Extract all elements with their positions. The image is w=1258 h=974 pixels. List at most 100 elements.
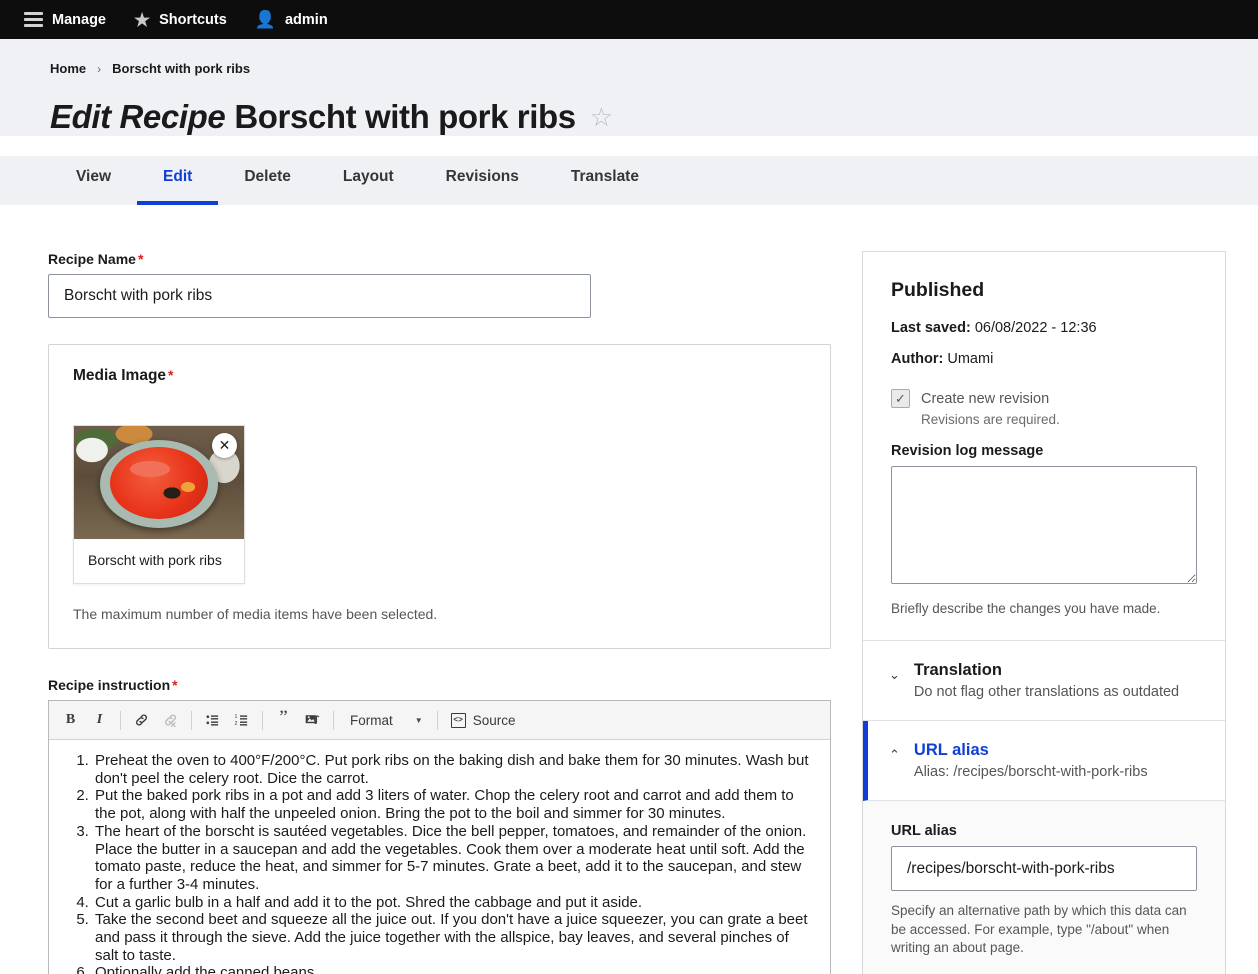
last-saved-row: Last saved: 06/08/2022 - 12:36 <box>891 320 1197 336</box>
create-revision-label[interactable]: Create new revision <box>921 391 1049 407</box>
rich-text-editor: B I <box>48 700 831 974</box>
media-max-items-note: The maximum number of media items have b… <box>73 606 806 622</box>
page-title-prefix: Edit Recipe <box>50 98 225 135</box>
create-revision-description: Revisions are required. <box>921 412 1197 427</box>
breadcrumb-current[interactable]: Borscht with pork ribs <box>112 61 250 76</box>
source-button[interactable]: <> Source <box>445 707 522 734</box>
star-icon: ★ <box>134 11 150 29</box>
url-alias-label: URL alias <box>891 823 1197 839</box>
breadcrumb-home[interactable]: Home <box>50 61 86 76</box>
tab-edit[interactable]: Edit <box>137 156 218 205</box>
toolbar-separator <box>437 711 438 730</box>
author-label: Author: <box>891 351 943 367</box>
revision-log-textarea[interactable] <box>891 466 1197 584</box>
tab-delete[interactable]: Delete <box>218 156 317 205</box>
chevron-down-icon: ▼ <box>415 716 423 725</box>
required-marker: * <box>138 251 143 267</box>
toolbar-separator <box>191 711 192 730</box>
source-code-icon: <> <box>451 713 466 728</box>
create-revision-row: ✓ Create new revision <box>891 389 1197 408</box>
user-icon: 👤 <box>255 11 276 28</box>
insert-media-icon[interactable] <box>299 707 326 734</box>
url-alias-input[interactable] <box>891 846 1197 891</box>
tab-translate[interactable]: Translate <box>545 156 665 205</box>
link-icon[interactable] <box>128 707 155 734</box>
status-badge: Published <box>891 279 1197 302</box>
last-saved-value: 06/08/2022 - 12:36 <box>975 320 1097 336</box>
page-title-name: Borscht with pork ribs <box>234 98 575 135</box>
list-item: Cut a garlic bulb in a half and add it t… <box>93 894 812 912</box>
toolbar-item-manage[interactable]: Manage <box>10 0 120 39</box>
toolbar-separator <box>120 711 121 730</box>
field-recipe-instruction: Recipe instruction* B I <box>48 677 840 974</box>
revision-log-label: Revision log message <box>891 443 1197 459</box>
source-button-label: Source <box>473 713 516 728</box>
toolbar-item-shortcuts[interactable]: ★ Shortcuts <box>120 0 241 39</box>
accordion-url-alias-summary: Alias: /recipes/borscht-with-pork-ribs <box>914 764 1148 780</box>
accordion-item-translation[interactable]: ⌄ Translation Do not flag other translat… <box>863 641 1225 721</box>
last-saved-label: Last saved: <box>891 320 971 336</box>
list-item: Preheat the oven to 400°F/200°C. Put por… <box>93 752 812 787</box>
publish-status-block: Published Last saved: 06/08/2022 - 12:36… <box>863 252 1225 641</box>
accordion-translation-summary: Do not flag other translations as outdat… <box>914 684 1179 700</box>
unlink-icon <box>157 707 184 734</box>
numbered-list-icon[interactable]: 1 2 <box>228 707 255 734</box>
accordion-translation-title: Translation <box>914 661 1179 680</box>
list-item: Optionally add the canned beans. <box>93 964 812 974</box>
recipe-name-input[interactable] <box>48 274 591 318</box>
required-marker: * <box>172 677 177 693</box>
field-media-image: Media Image* ✕ Borscht with pork ribs Th… <box>48 344 831 649</box>
breadcrumb-separator-icon: › <box>97 62 101 76</box>
blockquote-icon[interactable]: ” <box>270 707 297 734</box>
tab-view[interactable]: View <box>50 156 137 205</box>
list-item: Put the baked pork ribs in a pot and add… <box>93 787 812 822</box>
tab-layout[interactable]: Layout <box>317 156 420 205</box>
media-thumbnail-image: ✕ <box>74 426 244 539</box>
chevron-up-icon: ⌃ <box>889 748 900 761</box>
list-item: The heart of the borscht is sautéed vege… <box>93 823 812 894</box>
author-value: Umami <box>947 351 993 367</box>
media-image-legend-text: Media Image <box>73 367 166 384</box>
toolbar-separator <box>333 711 334 730</box>
page-title: Edit RecipeBorscht with pork ribs ☆ <box>50 98 1208 136</box>
create-revision-checkbox[interactable]: ✓ <box>891 389 910 408</box>
tab-revisions[interactable]: Revisions <box>420 156 545 205</box>
page-body: Recipe Name* Media Image* ✕ Borscht with… <box>0 205 1258 974</box>
main-column: Recipe Name* Media Image* ✕ Borscht with… <box>48 251 840 974</box>
editor-content-area[interactable]: Preheat the oven to 400°F/200°C. Put por… <box>49 740 830 974</box>
list-item: Take the second beet and squeeze all the… <box>93 911 812 964</box>
node-meta-panel: Published Last saved: 06/08/2022 - 12:36… <box>862 251 1226 974</box>
svg-text:2: 2 <box>234 721 237 727</box>
toolbar-item-manage-label: Manage <box>52 12 106 28</box>
page-header: Home › Borscht with pork ribs Edit Recip… <box>0 39 1258 136</box>
media-image-legend: Media Image* <box>73 367 806 385</box>
media-item-card[interactable]: ✕ Borscht with pork ribs <box>73 425 245 584</box>
recipe-name-label: Recipe Name* <box>48 251 840 267</box>
author-row: Author: Umami <box>891 351 1197 367</box>
toolbar-item-shortcuts-label: Shortcuts <box>159 12 227 28</box>
remove-media-button[interactable]: ✕ <box>212 433 237 458</box>
format-dropdown[interactable]: Format ▼ <box>341 707 430 734</box>
bulleted-list-icon[interactable] <box>199 707 226 734</box>
revision-log-help: Briefly describe the changes you have ma… <box>891 600 1197 618</box>
italic-icon[interactable]: I <box>86 707 113 734</box>
url-alias-help: Specify an alternative path by which thi… <box>891 902 1197 957</box>
sidebar: Published Last saved: 06/08/2022 - 12:36… <box>862 251 1226 974</box>
accordion-item-url-alias[interactable]: ⌃ URL alias Alias: /recipes/borscht-with… <box>863 721 1225 801</box>
accordion-url-alias-title: URL alias <box>914 741 1148 760</box>
chevron-down-icon: ⌄ <box>889 668 900 681</box>
bookmark-star-icon[interactable]: ☆ <box>590 104 613 130</box>
svg-text:1: 1 <box>234 714 237 720</box>
admin-toolbar: Manage ★ Shortcuts 👤 admin <box>0 0 1258 39</box>
toolbar-item-account[interactable]: 👤 admin <box>241 0 342 39</box>
field-recipe-name: Recipe Name* <box>48 251 840 318</box>
format-dropdown-label: Format <box>350 713 393 728</box>
toolbar-item-account-label: admin <box>285 12 328 28</box>
recipe-instruction-label-text: Recipe instruction <box>48 677 170 693</box>
recipe-instruction-label: Recipe instruction* <box>48 677 840 693</box>
hamburger-icon <box>24 9 43 30</box>
thumbnail-soup-shape <box>110 447 208 519</box>
bold-icon[interactable]: B <box>57 707 84 734</box>
media-item-caption: Borscht with pork ribs <box>74 539 244 583</box>
required-marker: * <box>168 367 173 383</box>
